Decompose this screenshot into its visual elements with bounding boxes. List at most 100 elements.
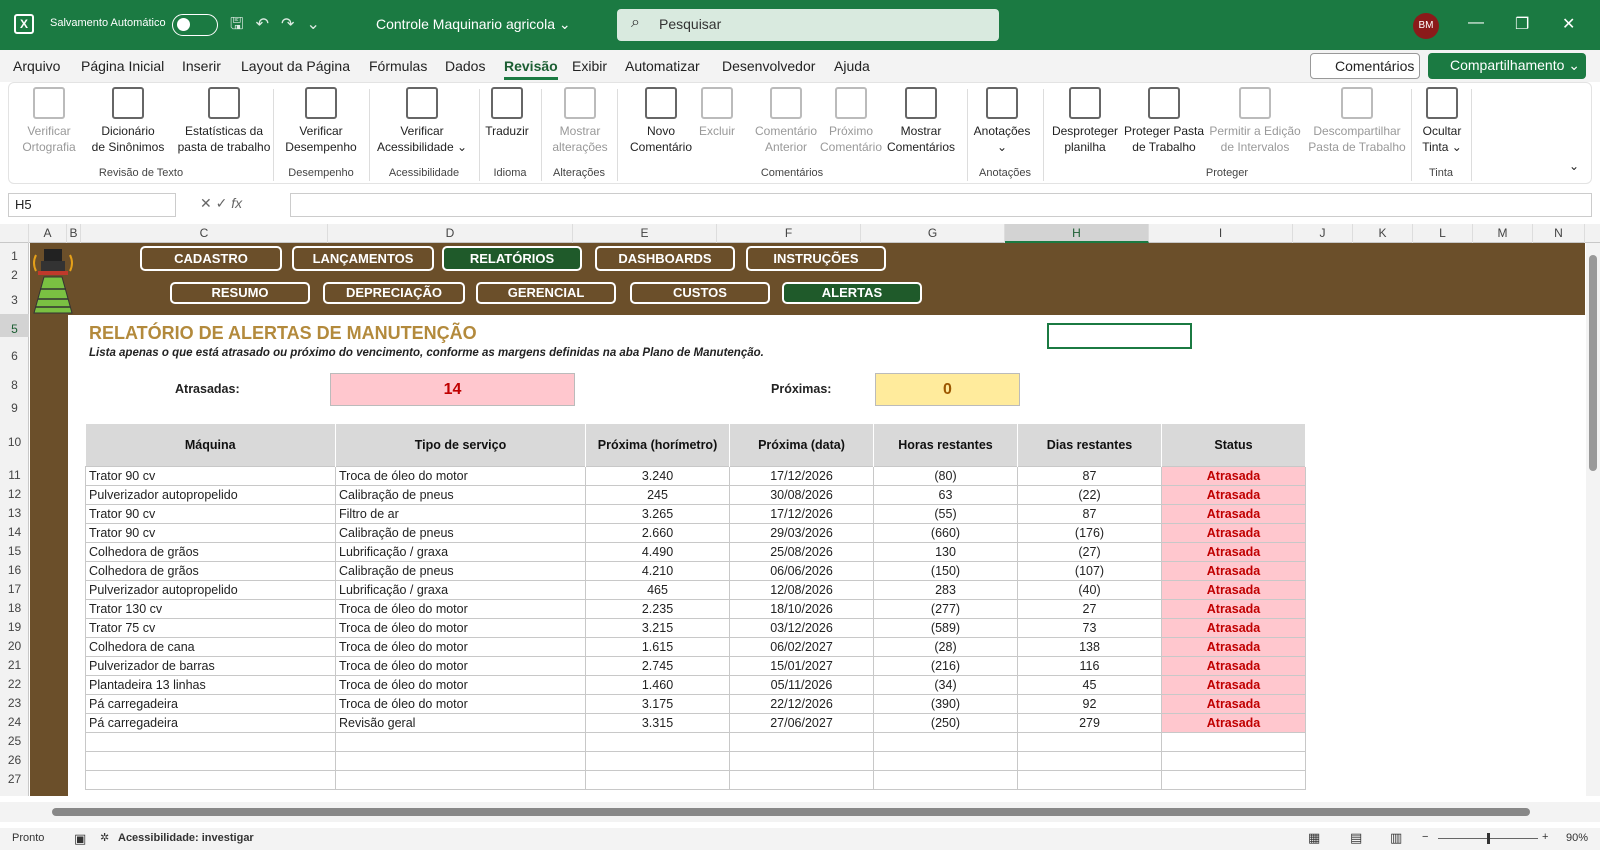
table-cell[interactable]: 116 — [1017, 655, 1162, 676]
table-cell[interactable] — [1017, 750, 1162, 771]
menu-tab-10[interactable]: Ajuda — [834, 58, 870, 74]
table-cell[interactable]: Pá carregadeira — [85, 693, 336, 714]
table-cell[interactable]: 22/12/2026 — [729, 693, 874, 714]
table-cell[interactable] — [873, 769, 1018, 790]
table-cell[interactable] — [1161, 750, 1306, 771]
row-header-1[interactable]: 1 — [0, 243, 29, 263]
table-cell[interactable]: (27) — [1017, 541, 1162, 562]
table-cell[interactable]: Pulverizador de barras — [85, 655, 336, 676]
table-cell[interactable]: Revisão geral — [335, 712, 586, 733]
table-cell[interactable]: 1.460 — [585, 674, 730, 695]
subnav-button-alertas[interactable]: ALERTAS — [782, 282, 922, 304]
column-header-D[interactable]: D — [328, 224, 573, 243]
table-row[interactable] — [85, 750, 1306, 771]
table-cell[interactable]: 245 — [585, 484, 730, 505]
table-cell[interactable]: Colhedora de grãos — [85, 541, 336, 562]
table-cell[interactable]: Atrasada — [1161, 636, 1306, 657]
table-cell[interactable] — [1161, 769, 1306, 790]
ribbon-button-17[interactable]: Ocultar Tinta ⌄ — [1417, 87, 1467, 155]
table-cell[interactable]: Troca de óleo do motor — [335, 693, 586, 714]
nav-button-relatórios[interactable]: RELATÓRIOS — [442, 246, 582, 271]
ribbon-button-12[interactable]: Anotações ⌄ — [967, 87, 1037, 155]
table-cell[interactable]: Troca de óleo do motor — [335, 617, 586, 638]
table-cell[interactable]: 87 — [1017, 465, 1162, 486]
nav-button-cadastro[interactable]: CADASTRO — [140, 246, 282, 271]
table-cell[interactable]: Pulverizador autopropelido — [85, 484, 336, 505]
row-header-3[interactable]: 3 — [0, 281, 29, 312]
table-cell[interactable]: Lubrificação / graxa — [335, 579, 586, 600]
column-header-A[interactable]: A — [29, 224, 67, 243]
row-header-26[interactable]: 26 — [0, 747, 29, 767]
fx-icon[interactable]: ✕ ✓ fx — [200, 195, 242, 212]
table-cell[interactable]: Trator 130 cv — [85, 598, 336, 619]
close-button[interactable]: ✕ — [1562, 14, 1575, 34]
menu-tab-1[interactable]: Página Inicial — [81, 58, 164, 74]
row-header-23[interactable]: 23 — [0, 690, 29, 710]
table-cell[interactable]: 18/10/2026 — [729, 598, 874, 619]
table-row[interactable]: Trator 90 cv Troca de óleo do motor 3.240 1… — [85, 465, 1306, 486]
table-cell[interactable]: 3.315 — [585, 712, 730, 733]
table-cell[interactable]: 63 — [873, 484, 1018, 505]
table-cell[interactable] — [1161, 731, 1306, 752]
table-cell[interactable] — [585, 769, 730, 790]
avatar[interactable]: BM — [1413, 13, 1439, 39]
document-title[interactable]: Controle Maquinario agricola ⌄ — [376, 16, 571, 33]
table-cell[interactable]: Atrasada — [1161, 655, 1306, 676]
table-cell[interactable]: Atrasada — [1161, 693, 1306, 714]
minimize-button[interactable]: — — [1468, 14, 1484, 32]
row-header-13[interactable]: 13 — [0, 500, 29, 520]
formula-input[interactable] — [290, 193, 1592, 217]
table-cell[interactable]: Trator 90 cv — [85, 465, 336, 486]
row-header-5[interactable]: 5 — [0, 314, 29, 337]
table-cell[interactable]: (34) — [873, 674, 1018, 695]
table-cell[interactable]: 12/08/2026 — [729, 579, 874, 600]
table-cell[interactable]: Troca de óleo do motor — [335, 636, 586, 657]
column-header-F[interactable]: F — [717, 224, 861, 243]
table-cell[interactable]: Pulverizador autopropelido — [85, 579, 336, 600]
ribbon-button-2[interactable]: Estatísticas da pasta de trabalho — [171, 87, 277, 155]
row-header-15[interactable]: 15 — [0, 538, 29, 558]
share-button[interactable]: Compartilhamento ⌄ — [1428, 53, 1586, 79]
table-cell[interactable]: 4.490 — [585, 541, 730, 562]
table-cell[interactable]: 138 — [1017, 636, 1162, 657]
table-cell[interactable]: Atrasada — [1161, 465, 1306, 486]
column-header-B[interactable]: B — [67, 224, 81, 243]
table-cell[interactable]: Atrasada — [1161, 712, 1306, 733]
table-row[interactable]: Colhedora de grãos Lubrificação / graxa 4.… — [85, 541, 1306, 562]
table-cell[interactable]: 2.235 — [585, 598, 730, 619]
table-cell[interactable]: (40) — [1017, 579, 1162, 600]
column-header-K[interactable]: K — [1353, 224, 1413, 243]
table-cell[interactable] — [335, 769, 586, 790]
horizontal-scroll-thumb[interactable] — [52, 808, 1530, 816]
ribbon-button-11[interactable]: Mostrar Comentários — [881, 87, 961, 155]
ribbon-button-9[interactable]: Comentário Anterior — [753, 87, 819, 155]
autosave-toggle[interactable] — [172, 14, 218, 36]
table-cell[interactable]: Lubrificação / graxa — [335, 541, 586, 562]
table-cell[interactable] — [1017, 769, 1162, 790]
select-all-corner[interactable] — [0, 224, 29, 243]
table-row[interactable]: Colhedora de cana Troca de óleo do motor 1… — [85, 636, 1306, 657]
table-cell[interactable] — [585, 731, 730, 752]
ribbon-button-0[interactable]: Verificar Ortografia — [17, 87, 81, 155]
table-cell[interactable]: 06/06/2026 — [729, 560, 874, 581]
column-header-N[interactable]: N — [1533, 224, 1585, 243]
table-cell[interactable] — [873, 731, 1018, 752]
table-cell[interactable]: 45 — [1017, 674, 1162, 695]
search-box[interactable]: ⌕ Pesquisar — [617, 9, 999, 41]
table-cell[interactable]: Atrasada — [1161, 484, 1306, 505]
zoom-out-icon[interactable]: − — [1422, 831, 1428, 843]
table-cell[interactable]: (390) — [873, 693, 1018, 714]
ribbon-button-8[interactable]: Excluir — [697, 87, 737, 139]
menu-tab-3[interactable]: Layout da Página — [241, 58, 350, 74]
menu-tab-8[interactable]: Automatizar — [625, 58, 700, 74]
quick-access-toolbar[interactable]: 🖫↶↷⌄ — [230, 13, 332, 40]
table-cell[interactable]: 92 — [1017, 693, 1162, 714]
row-header-24[interactable]: 24 — [0, 709, 29, 729]
table-cell[interactable]: Troca de óleo do motor — [335, 598, 586, 619]
table-cell[interactable]: 17/12/2026 — [729, 503, 874, 524]
column-header-I[interactable]: I — [1149, 224, 1293, 243]
table-cell[interactable]: 2.745 — [585, 655, 730, 676]
row-header-20[interactable]: 20 — [0, 633, 29, 653]
table-cell[interactable]: Trator 75 cv — [85, 617, 336, 638]
table-cell[interactable]: (176) — [1017, 522, 1162, 543]
